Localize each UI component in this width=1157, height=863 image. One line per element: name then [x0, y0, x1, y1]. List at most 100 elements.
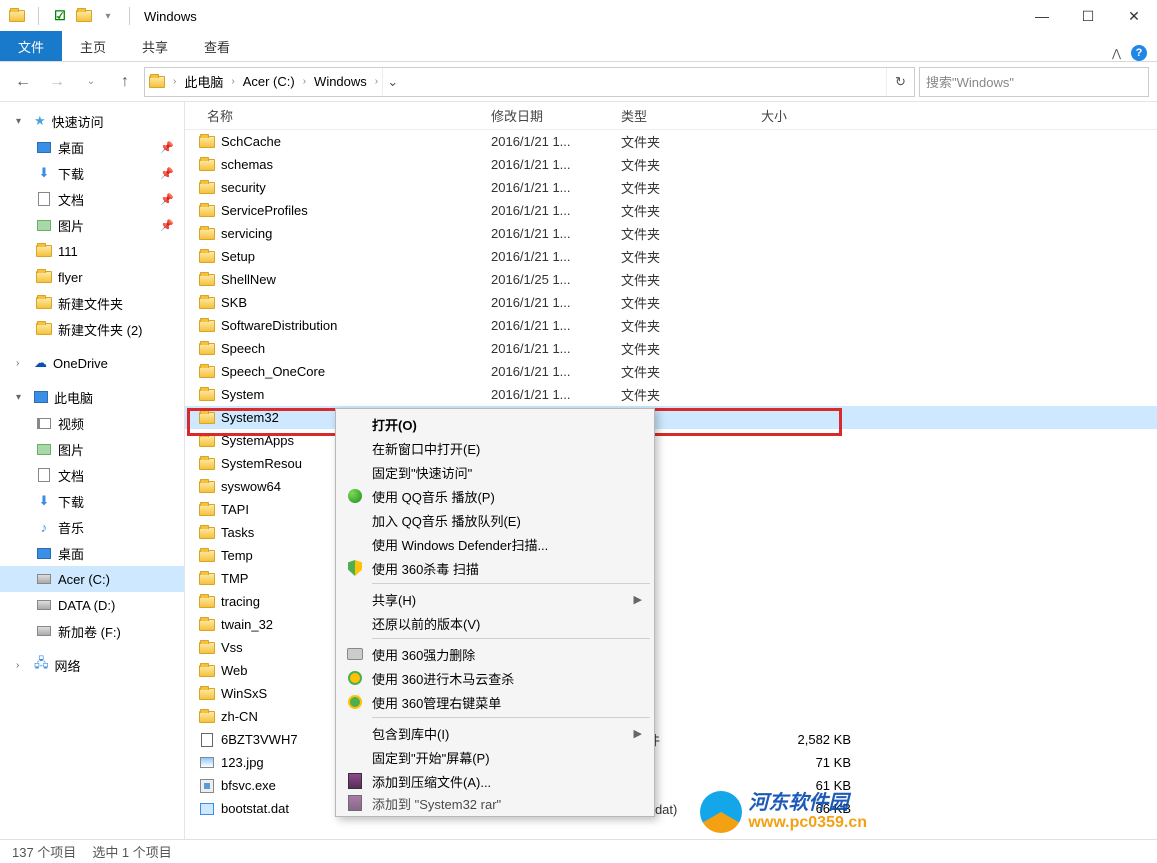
file-row[interactable]: Tasks 夹 [185, 521, 1157, 544]
sidebar-item[interactable]: ⬇ 下载 [0, 488, 184, 514]
file-row[interactable]: WinSxS 夹 [185, 682, 1157, 705]
back-button[interactable]: ← [8, 67, 38, 97]
file-row[interactable]: SoftwareDistribution 2016/1/21 1... 文件夹 [185, 314, 1157, 337]
crumb-sep[interactable]: › [373, 76, 380, 87]
tab-view[interactable]: 查看 [186, 31, 248, 61]
menu-item[interactable]: 使用 360管理右键菜单 [338, 690, 652, 714]
quick-access[interactable]: ▾ ★ 快速访问 [0, 108, 184, 134]
recent-dropdown[interactable]: ⌄ [76, 67, 106, 97]
this-pc[interactable]: ▾ 此电脑 [0, 384, 184, 410]
file-row[interactable]: bootstat.dat 文件(.dat) 66 KB [185, 797, 1157, 820]
minimize-button[interactable]: — [1019, 0, 1065, 32]
menu-item[interactable]: 使用 QQ音乐 播放(P) [338, 484, 652, 508]
sidebar-item[interactable]: Acer (C:) [0, 566, 184, 592]
file-row[interactable]: zh-CN 夹 [185, 705, 1157, 728]
file-row[interactable]: Web 夹 [185, 659, 1157, 682]
file-row[interactable]: Speech_OneCore 2016/1/21 1... 文件夹 [185, 360, 1157, 383]
sidebar-item[interactable]: ♪ 音乐 [0, 514, 184, 540]
col-name[interactable]: 名称 [191, 106, 491, 125]
sidebar-item[interactable]: 新建文件夹 (2) [0, 316, 184, 342]
file-row[interactable]: Temp 夹 [185, 544, 1157, 567]
file-row[interactable]: SystemApps 夹 [185, 429, 1157, 452]
chevron-right-icon[interactable]: › [16, 660, 28, 671]
file-row[interactable]: System32 夹 [185, 406, 1157, 429]
menu-item[interactable]: 打开(O) [338, 412, 652, 436]
onedrive[interactable]: › ☁ OneDrive [0, 350, 184, 376]
menu-item[interactable]: 在新窗口中打开(E) [338, 436, 652, 460]
file-row[interactable]: twain_32 夹 [185, 613, 1157, 636]
sidebar-item[interactable]: 新建文件夹 [0, 290, 184, 316]
chevron-down-icon[interactable]: ▾ [16, 392, 28, 403]
menu-item[interactable]: 使用 360强力删除 [338, 642, 652, 666]
ribbon-expand-icon[interactable]: ⋀ [1112, 47, 1121, 60]
sidebar-item[interactable]: 文档 [0, 462, 184, 488]
up-button[interactable]: ↑ [110, 67, 140, 97]
network[interactable]: › 🖧 网络 [0, 652, 184, 678]
sidebar-item[interactable]: 桌面 [0, 540, 184, 566]
menu-item[interactable]: 使用 Windows Defender扫描... [338, 532, 652, 556]
file-row[interactable]: TMP 夹 [185, 567, 1157, 590]
file-row[interactable]: System 2016/1/21 1... 文件夹 [185, 383, 1157, 406]
crumb-sep[interactable]: › [229, 76, 236, 87]
sidebar-item[interactable]: 图片 [0, 436, 184, 462]
address-bar[interactable]: › 此电脑 › Acer (C:) › Windows › ⌄ ↻ [144, 67, 915, 97]
file-row[interactable]: SKB 2016/1/21 1... 文件夹 [185, 291, 1157, 314]
file-row[interactable]: tracing 夹 [185, 590, 1157, 613]
menu-item[interactable]: 包含到库中(I) ▶ [338, 721, 652, 745]
chevron-right-icon[interactable]: › [16, 358, 28, 369]
crumb-sep[interactable]: › [301, 76, 308, 87]
sidebar-item[interactable]: 111 [0, 238, 184, 264]
file-row[interactable]: Vss 夹 [185, 636, 1157, 659]
menu-item[interactable]: 添加到压缩文件(A)... [338, 769, 652, 793]
menu-item[interactable]: 固定到"快速访问" [338, 460, 652, 484]
help-icon[interactable]: ? [1131, 45, 1147, 61]
menu-item[interactable]: 加入 QQ音乐 播放队列(E) [338, 508, 652, 532]
file-row[interactable]: syswow64 夹 [185, 475, 1157, 498]
sidebar-item[interactable]: ⬇ 下载 📌 [0, 160, 184, 186]
file-row[interactable]: 6BZT3VWH7 N 文件 2,582 KB [185, 728, 1157, 751]
menu-item[interactable]: 还原以前的版本(V) [338, 611, 652, 635]
file-row[interactable]: SystemResou 夹 [185, 452, 1157, 475]
close-button[interactable]: ✕ [1111, 0, 1157, 32]
properties-qat-icon[interactable]: ☑ [51, 7, 69, 25]
sidebar-item[interactable]: 视频 [0, 410, 184, 436]
file-row[interactable]: Setup 2016/1/21 1... 文件夹 [185, 245, 1157, 268]
menu-item[interactable]: 固定到"开始"屏幕(P) [338, 745, 652, 769]
qat-dropdown-icon[interactable]: ▾ [99, 7, 117, 25]
file-row[interactable]: SchCache 2016/1/21 1... 文件夹 [185, 130, 1157, 153]
address-history-icon[interactable]: ⌄ [382, 68, 402, 96]
sidebar-item[interactable]: 桌面 📌 [0, 134, 184, 160]
crumb-windows[interactable]: Windows [310, 72, 371, 91]
search-input[interactable]: 搜索"Windows" [919, 67, 1149, 97]
col-date[interactable]: 修改日期 [491, 106, 621, 125]
maximize-button[interactable]: ☐ [1065, 0, 1111, 32]
crumb-drive[interactable]: Acer (C:) [239, 72, 299, 91]
col-size[interactable]: 大小 [761, 106, 871, 125]
new-folder-qat-icon[interactable] [75, 7, 93, 25]
col-type[interactable]: 类型 [621, 106, 761, 125]
file-row[interactable]: schemas 2016/1/21 1... 文件夹 [185, 153, 1157, 176]
file-row[interactable]: 123.jpg 文件 71 KB [185, 751, 1157, 774]
file-row[interactable]: security 2016/1/21 1... 文件夹 [185, 176, 1157, 199]
forward-button[interactable]: → [42, 67, 72, 97]
crumb-sep[interactable]: › [171, 76, 178, 87]
file-row[interactable]: ServiceProfiles 2016/1/21 1... 文件夹 [185, 199, 1157, 222]
tab-share[interactable]: 共享 [124, 31, 186, 61]
file-row[interactable]: ShellNew 2016/1/25 1... 文件夹 [185, 268, 1157, 291]
sidebar-item[interactable]: flyer [0, 264, 184, 290]
tab-home[interactable]: 主页 [62, 31, 124, 61]
sidebar-item[interactable]: 文档 📌 [0, 186, 184, 212]
menu-item[interactable]: 使用 360进行木马云查杀 [338, 666, 652, 690]
file-row[interactable]: servicing 2016/1/21 1... 文件夹 [185, 222, 1157, 245]
menu-item[interactable]: 添加到 "System32 rar" [338, 793, 652, 813]
file-row[interactable]: Speech 2016/1/21 1... 文件夹 [185, 337, 1157, 360]
menu-item[interactable]: 使用 360杀毒 扫描 [338, 556, 652, 580]
sidebar-item[interactable]: DATA (D:) [0, 592, 184, 618]
file-row[interactable]: TAPI 夹 [185, 498, 1157, 521]
sidebar-item[interactable]: 图片 📌 [0, 212, 184, 238]
crumb-thispc[interactable]: 此电脑 [180, 70, 227, 93]
refresh-icon[interactable]: ↻ [886, 68, 914, 96]
menu-item[interactable]: 共享(H) ▶ [338, 587, 652, 611]
chevron-down-icon[interactable]: ▾ [16, 116, 28, 127]
file-tab[interactable]: 文件 [0, 31, 62, 61]
